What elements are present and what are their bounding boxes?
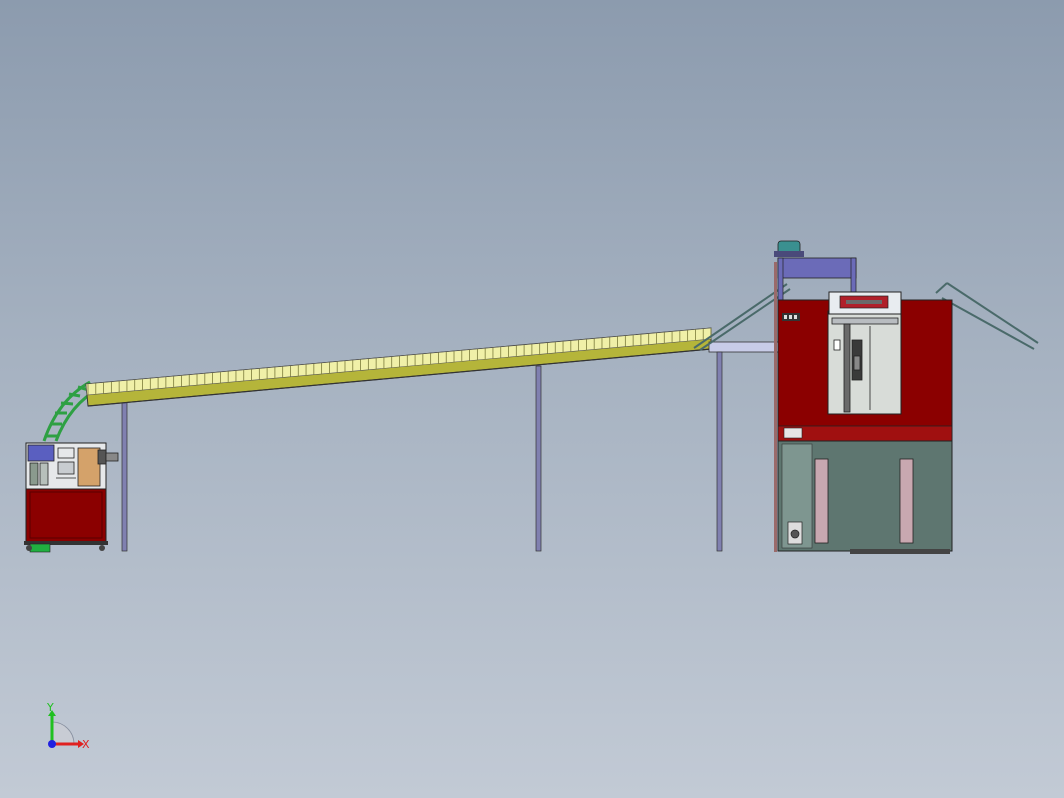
feeder-side-knob-2 xyxy=(105,452,119,462)
air-filter-unit xyxy=(787,521,803,545)
top-frame-beam xyxy=(777,257,857,279)
motor-base xyxy=(774,251,804,257)
top-frame-leg-left xyxy=(777,257,784,301)
station-mid-rail xyxy=(777,425,953,442)
inspection-window xyxy=(827,310,902,415)
incline-conveyor[interactable] xyxy=(85,327,779,552)
feeder-green-foot xyxy=(29,543,51,553)
transfer-support xyxy=(716,351,723,552)
conveyor-chain-links xyxy=(87,328,712,395)
feeder-caster-right xyxy=(99,545,105,551)
coordinate-triad: X Y xyxy=(46,701,90,751)
triad-x-label: X xyxy=(82,738,90,751)
vertical-pipe xyxy=(774,262,777,552)
transfer-table xyxy=(708,341,779,353)
main-processing-station[interactable] xyxy=(693,240,1039,554)
feeder-support-post xyxy=(121,401,128,552)
indicator-lights xyxy=(782,313,800,321)
left-feeder-machine[interactable] xyxy=(24,380,128,553)
station-base xyxy=(850,549,950,554)
feeder-red-cabinet xyxy=(25,488,107,543)
triad-arc xyxy=(51,721,75,745)
feeder-control-box xyxy=(27,444,55,462)
feeder-wood-panel xyxy=(77,447,101,487)
conveyor-mid-support xyxy=(535,365,542,552)
cad-viewport[interactable]: X Y xyxy=(0,0,1064,798)
feeder-caster-left xyxy=(26,545,32,551)
cabinet-door-right xyxy=(899,458,914,544)
cabinet-door-left xyxy=(814,458,829,544)
head-display-slot xyxy=(846,300,882,304)
triad-y-label: Y xyxy=(46,701,54,714)
triad-z-axis xyxy=(48,740,56,748)
rail-label-plate xyxy=(783,427,803,439)
feeder-side-knob xyxy=(97,449,107,465)
